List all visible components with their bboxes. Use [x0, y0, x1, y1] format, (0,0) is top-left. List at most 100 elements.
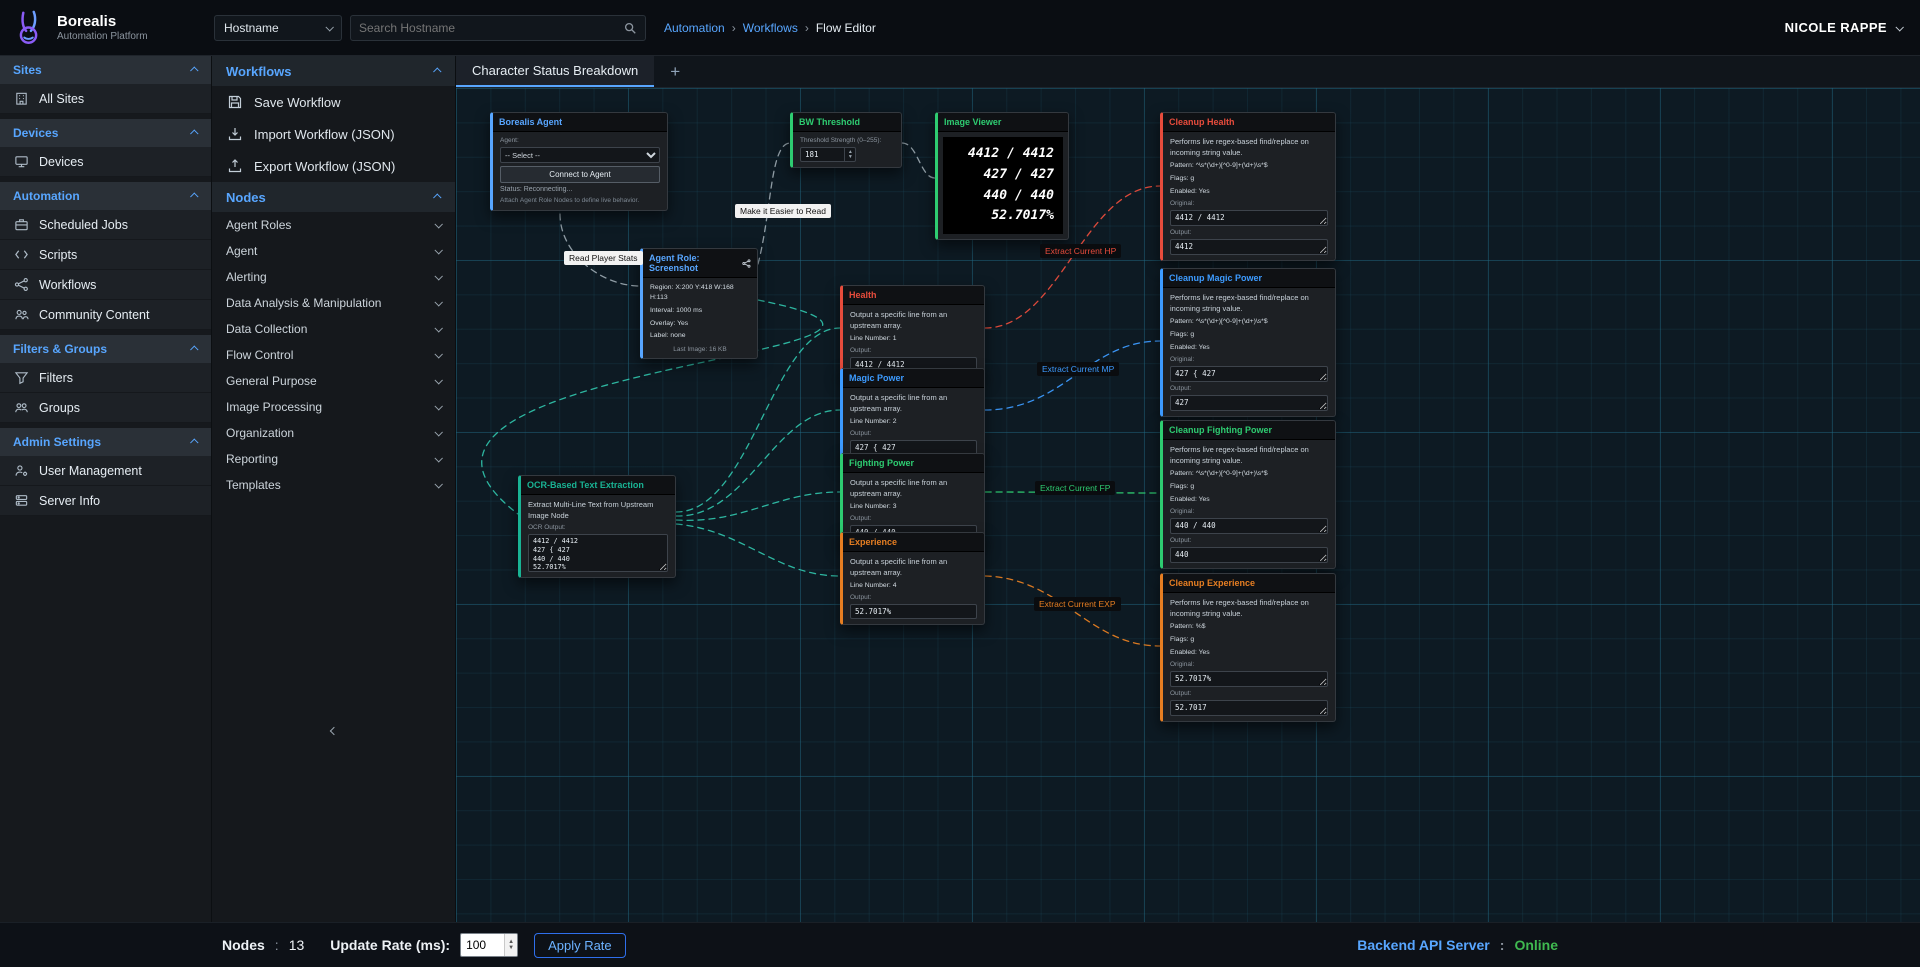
search-icon[interactable] — [623, 21, 637, 35]
section-label: Filters & Groups — [13, 342, 107, 356]
edge-label-extract-current-hp[interactable]: Extract Current HP — [1040, 244, 1121, 258]
agent-select[interactable]: -- Select -- — [500, 147, 660, 163]
node-category-image-processing[interactable]: Image Processing — [212, 394, 455, 420]
node-category-agent-roles[interactable]: Agent Roles — [212, 212, 455, 238]
sidebar-item-user-management[interactable]: User Management — [0, 456, 211, 486]
sidebar-section-sites[interactable]: Sites — [0, 56, 211, 84]
spinner-arrows-icon[interactable]: ▲▼ — [844, 148, 855, 161]
top-bar: Borealis Automation Platform Hostname Au… — [0, 0, 1920, 56]
item-label: Workflows — [39, 278, 96, 292]
node-experience[interactable]: Experience Output a specific line from a… — [840, 532, 985, 625]
add-tab-button[interactable]: + — [654, 56, 696, 87]
node-category-data-collection[interactable]: Data Collection — [212, 316, 455, 342]
sidebar-item-scheduled-jobs[interactable]: Scheduled Jobs — [0, 210, 211, 240]
action-label: Export Workflow (JSON) — [254, 159, 395, 174]
node-category-organization[interactable]: Organization — [212, 420, 455, 446]
flow-canvas[interactable]: Borealis Agent Agent: -- Select -- Conne… — [456, 88, 1920, 922]
node-category-data-analysis[interactable]: Data Analysis & Manipulation — [212, 290, 455, 316]
node-category-alerting[interactable]: Alerting — [212, 264, 455, 290]
node-image-viewer[interactable]: Image Viewer 4412 / 4412 427 / 427 440 /… — [935, 112, 1069, 240]
node-borealis-agent[interactable]: Borealis Agent Agent: -- Select -- Conne… — [490, 112, 668, 211]
node-cleanup-fighting-power[interactable]: Cleanup Fighting Power Performs live reg… — [1160, 420, 1336, 569]
chevron-down-icon — [434, 402, 442, 410]
sidebar-item-all-sites[interactable]: All Sites — [0, 84, 211, 114]
original-field[interactable]: 4412 / 4412 — [1170, 210, 1328, 226]
category-label: Reporting — [226, 452, 278, 466]
nodes-panel-header[interactable]: Nodes — [212, 182, 455, 212]
sidebar-item-server-info[interactable]: Server Info — [0, 486, 211, 516]
pattern-text: Pattern: %$ — [1170, 622, 1328, 632]
node-category-reporting[interactable]: Reporting — [212, 446, 455, 472]
original-field[interactable]: 427 { 427 — [1170, 366, 1328, 382]
edge-ocr-to-experience[interactable] — [676, 524, 840, 576]
node-category-flow-control[interactable]: Flow Control — [212, 342, 455, 368]
original-field[interactable]: 52.7017% — [1170, 671, 1328, 687]
original-field[interactable]: 440 / 440 — [1170, 518, 1328, 534]
node-description: Performs live regex-based find/replace o… — [1170, 293, 1328, 314]
node-category-templates[interactable]: Templates — [212, 472, 455, 498]
import-workflow-button[interactable]: Import Workflow (JSON) — [212, 118, 455, 150]
item-label: Server Info — [39, 494, 100, 508]
export-icon — [226, 158, 243, 174]
node-category-agent[interactable]: Agent — [212, 238, 455, 264]
tab-character-status-breakdown[interactable]: Character Status Breakdown — [456, 56, 654, 87]
output-field[interactable]: 427 — [1170, 395, 1328, 411]
edge-label-make-it-easier-to-read[interactable]: Make it Easier to Read — [735, 204, 831, 218]
node-header: Cleanup Experience — [1163, 574, 1335, 593]
sidebar-section-admin-settings[interactable]: Admin Settings — [0, 428, 211, 456]
spinner-arrows-icon[interactable]: ▲▼ — [504, 934, 517, 956]
sidebar-item-devices[interactable]: Devices — [0, 147, 211, 177]
connect-to-agent-button[interactable]: Connect to Agent — [500, 166, 660, 183]
pattern-text: Pattern: ^\s*(\d+)[^0-9]+(\d+)\s*$ — [1170, 469, 1328, 479]
export-workflow-button[interactable]: Export Workflow (JSON) — [212, 150, 455, 182]
node-cleanup-magic-power[interactable]: Cleanup Magic Power Performs live regex-… — [1160, 268, 1336, 417]
sidebar-item-scripts[interactable]: Scripts — [0, 240, 211, 270]
output-field[interactable] — [850, 604, 977, 619]
flags-text: Flags: g — [1170, 482, 1328, 492]
breadcrumb-workflows[interactable]: Workflows — [743, 21, 798, 35]
edge-bw-threshold-to-image-viewer[interactable] — [902, 143, 935, 178]
brand-text: Borealis Automation Platform — [57, 13, 148, 43]
hostname-dropdown[interactable]: Hostname — [214, 15, 342, 41]
breadcrumb-automation[interactable]: Automation — [664, 21, 725, 35]
threshold-strength-stepper[interactable]: 181 ▲▼ — [800, 147, 856, 162]
edge-borealis-to-agent-role[interactable] — [560, 214, 640, 286]
apply-rate-button[interactable]: Apply Rate — [534, 933, 626, 958]
ocr-output-field[interactable]: 4412 / 4412 427 { 427 440 / 440 52.7017% — [528, 534, 668, 572]
share-icon[interactable] — [742, 259, 751, 268]
edge-label-read-player-stats[interactable]: Read Player Stats — [564, 251, 643, 265]
sidebar-item-filters[interactable]: Filters — [0, 363, 211, 393]
node-ocr-text-extraction[interactable]: OCR-Based Text Extraction Extract Multi-… — [518, 475, 676, 578]
update-rate-stepper[interactable]: 100 ▲▼ — [460, 933, 518, 957]
search-input[interactable] — [359, 21, 617, 35]
output-field[interactable]: 52.7017 — [1170, 700, 1328, 716]
sidebar-item-groups[interactable]: Groups — [0, 393, 211, 423]
sidebar-section-filters-groups[interactable]: Filters & Groups — [0, 335, 211, 363]
sidebar-item-workflows[interactable]: Workflows — [0, 270, 211, 300]
node-cleanup-health[interactable]: Cleanup Health Performs live regex-based… — [1160, 112, 1336, 261]
node-cleanup-experience[interactable]: Cleanup Experience Performs live regex-b… — [1160, 573, 1336, 722]
edge-label-extract-current-mp[interactable]: Extract Current MP — [1037, 362, 1119, 376]
workflows-panel-header[interactable]: Workflows — [212, 56, 455, 86]
node-bw-threshold[interactable]: BW Threshold Threshold Strength (0–255):… — [790, 112, 902, 168]
sidebar-section-automation[interactable]: Automation — [0, 182, 211, 210]
sidebar-item-community-content[interactable]: Community Content — [0, 300, 211, 330]
sidebar-section-devices[interactable]: Devices — [0, 119, 211, 147]
node-health[interactable]: Health Output a specific line from an up… — [840, 285, 985, 378]
output-label: Output: — [850, 515, 977, 522]
save-workflow-button[interactable]: Save Workflow — [212, 86, 455, 118]
node-agent-role-screenshot[interactable]: Agent Role: Screenshot Region: X:200 Y:4… — [640, 248, 758, 359]
edge-label-extract-current-fp[interactable]: Extract Current FP — [1035, 481, 1115, 495]
edge-label-extract-current-exp[interactable]: Extract Current EXP — [1034, 597, 1121, 611]
collapse-panel-button[interactable] — [212, 728, 455, 734]
edge-experience-to-cleanup-experience[interactable] — [985, 576, 1160, 646]
brand: Borealis Automation Platform — [0, 9, 212, 47]
node-category-general-purpose[interactable]: General Purpose — [212, 368, 455, 394]
agent-status-text: Status: Reconnecting... — [500, 186, 660, 193]
output-field[interactable]: 440 — [1170, 547, 1328, 563]
building-icon — [13, 91, 29, 106]
node-magic-power[interactable]: Magic Power Output a specific line from … — [840, 368, 985, 461]
user-menu[interactable]: NICOLE RAPPE — [1785, 20, 1902, 35]
output-field[interactable]: 4412 — [1170, 239, 1328, 255]
edge-ocr-to-fighting-power[interactable] — [676, 492, 840, 520]
